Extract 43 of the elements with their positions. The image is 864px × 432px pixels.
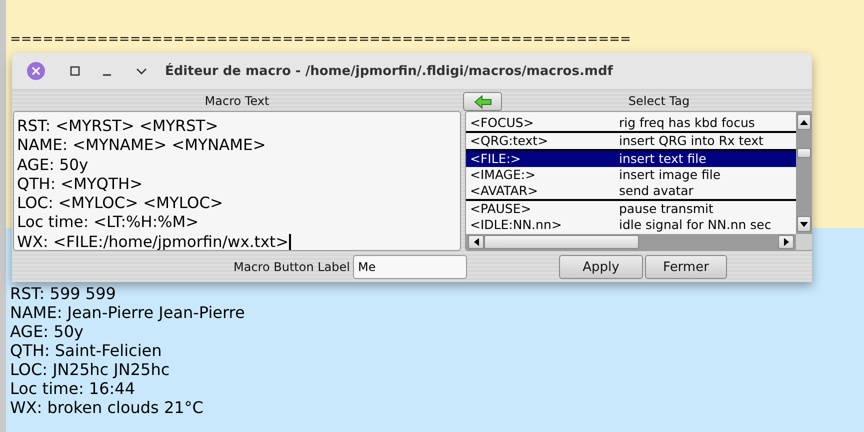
apply-button[interactable]: Apply [559, 255, 643, 279]
received-text-line: AGE: 50y [10, 322, 84, 341]
received-text-line: Loc time: 16:44 [10, 379, 136, 398]
close-button[interactable]: Fermer [645, 255, 727, 279]
received-text-line: RST: 599 599 [10, 284, 116, 303]
separator-text: ========================================================= [10, 32, 631, 47]
tag-list-item[interactable]: <QRG:text> insert QRG into Rx text [466, 133, 796, 149]
macro-button-label-field[interactable]: Me [353, 255, 467, 279]
right-arrow-icon [784, 238, 788, 246]
scrollbar-thumb[interactable] [484, 235, 639, 249]
received-text-line: WX: broken clouds 21°C [10, 398, 204, 417]
close-icon[interactable] [26, 61, 46, 81]
vertical-scrollbar[interactable] [796, 112, 812, 234]
macro-text-line: RST: <MYRST> <MYRST> [17, 117, 218, 136]
macro-text-line: Loc time: <LT:%H:%M> [17, 213, 199, 233]
panel-header: Select Tag [628, 94, 690, 108]
maximize-icon[interactable] [70, 66, 80, 76]
window-title: Éditeur de macro - /home/jpmorfin/.fldigi/macros/macros.mdf [165, 64, 613, 78]
received-text-line: QTH: Saint-Felicien [10, 341, 162, 360]
chevron-down-icon[interactable] [136, 68, 147, 74]
macro-text-line: NAME: <MYNAME> <MYNAME> [17, 136, 266, 156]
insert-tag-button[interactable] [463, 92, 502, 111]
received-text-line: LOC: JN25hc JN25hc [10, 360, 170, 379]
macro-text-line: AGE: 50y [17, 156, 88, 175]
panel-header: Macro Text [204, 94, 270, 108]
tag-list-item[interactable]: <PAUSE> pause transmit [466, 201, 796, 217]
tag-list-item[interactable]: <IDLE:NN.nn> idle signal for NN.nn sec [466, 217, 796, 233]
tag-list-item[interactable]: <IMAGE:> insert image file [466, 167, 796, 183]
tag-list-item[interactable]: <FILE:> insert text file [466, 151, 796, 167]
macro-text-editor[interactable]: RST: <MYRST> <MYRST> NAME: <MYNAME> <MYNAME> AGE: 50y QTH: <MYQTH> LOC: <MYLOC> <MYLOC> Loc time: <LT:%H:%M> WX: <FILE:/home/jpmorfin/wx.txt> [13, 111, 461, 251]
macro-text-line: LOC: <MYLOC> <MYLOC> [17, 194, 224, 214]
received-text-line: NAME: Jean-Pierre Jean-Pierre [10, 303, 245, 322]
left-arrow-icon [474, 94, 492, 108]
tag-list-item[interactable]: <FOCUS> rig freq has kbd focus [466, 115, 796, 131]
macro-text-line: QTH: <MYQTH> [17, 174, 143, 194]
tag-list-item[interactable]: <AVATAR> send avatar [466, 183, 796, 199]
horizontal-scrollbar[interactable] [466, 234, 796, 250]
down-arrow-icon [800, 222, 808, 226]
macro-text-line: WX: <FILE:/home/jpmorfin/wx.txt> [17, 232, 291, 250]
field-label: Macro Button Label [232, 260, 351, 274]
left-arrow-icon [474, 238, 478, 246]
up-arrow-icon [800, 120, 808, 124]
scrollbar-thumb[interactable] [797, 148, 811, 158]
